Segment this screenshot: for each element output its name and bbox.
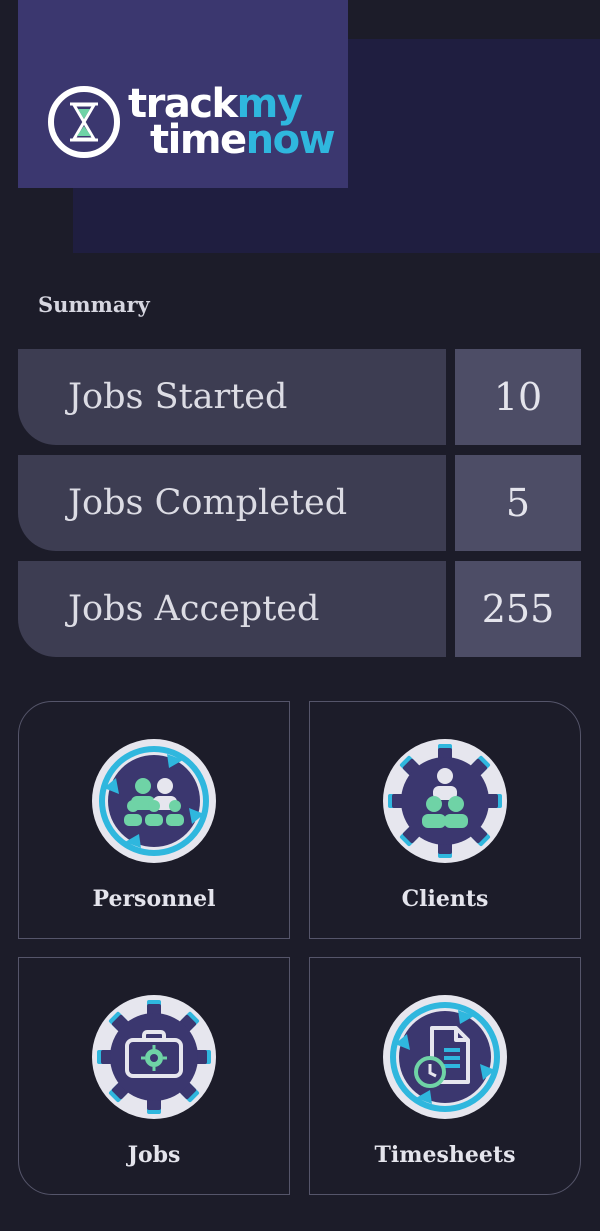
clients-tile[interactable]: Clients bbox=[309, 701, 581, 939]
jobs-label: Jobs bbox=[127, 1142, 181, 1168]
brand-wordmark: trackmy timenow bbox=[128, 81, 336, 163]
personnel-label: Personnel bbox=[92, 886, 216, 912]
hourglass-logo-icon bbox=[48, 86, 120, 158]
stat-label-jobs-completed: Jobs Completed bbox=[18, 455, 446, 551]
jobs-tile[interactable]: Jobs bbox=[18, 957, 290, 1195]
personnel-icon bbox=[92, 739, 216, 863]
timesheets-label: Timesheets bbox=[374, 1142, 516, 1168]
personnel-tile[interactable]: Personnel bbox=[18, 701, 290, 939]
clients-icon bbox=[383, 739, 507, 863]
logo-panel: trackmy timenow bbox=[18, 0, 348, 188]
timesheets-icon bbox=[383, 995, 507, 1119]
stat-value-jobs-started: 10 bbox=[455, 349, 581, 445]
stat-value-jobs-accepted: 255 bbox=[455, 561, 581, 657]
summary-title: Summary bbox=[38, 292, 150, 317]
stat-label-jobs-accepted: Jobs Accepted bbox=[18, 561, 446, 657]
stat-value-jobs-completed: 5 bbox=[455, 455, 581, 551]
timesheets-tile[interactable]: Timesheets bbox=[309, 957, 581, 1195]
clients-label: Clients bbox=[401, 886, 489, 912]
jobs-icon bbox=[92, 995, 216, 1119]
stat-label-jobs-started: Jobs Started bbox=[18, 349, 446, 445]
